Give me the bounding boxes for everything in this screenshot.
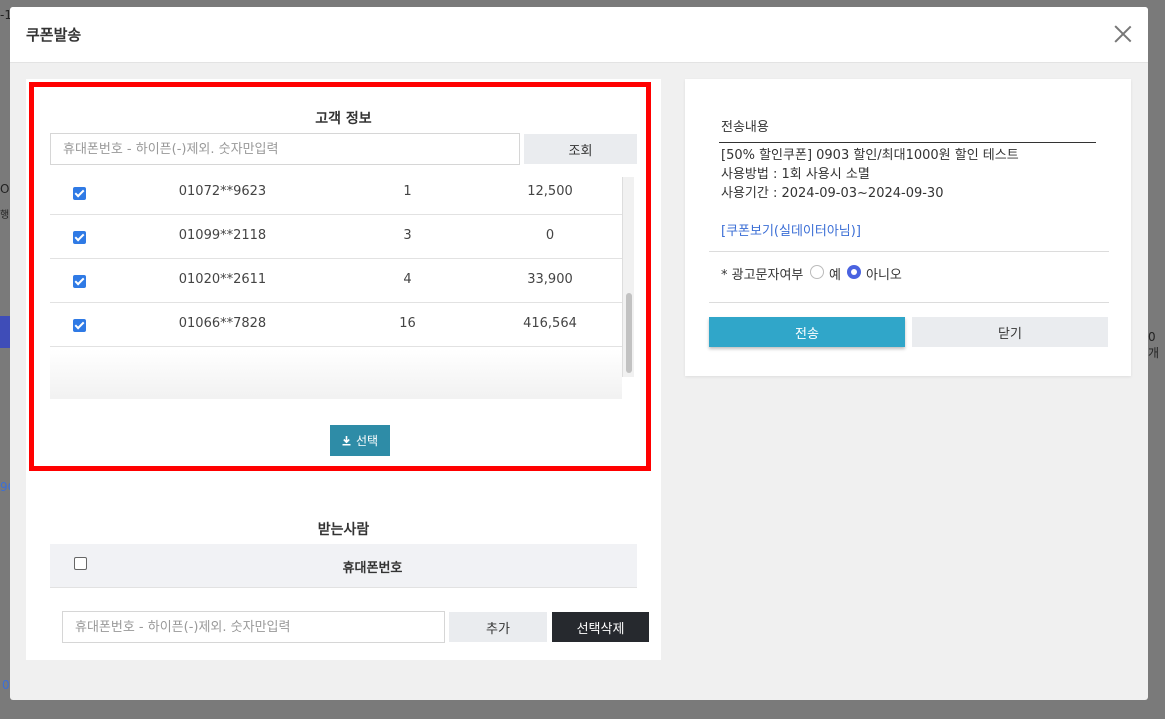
row-amount: 12,500 bbox=[527, 184, 573, 199]
coupon-view-link[interactable]: [쿠폰보기(실데이터아님)] bbox=[721, 220, 861, 239]
row-phone: 01099**2118 bbox=[178, 228, 267, 243]
table-row[interactable]: 01066**7828 16 416,564 bbox=[50, 303, 622, 347]
message-panel: 전송내용 [50% 할인쿠폰] 0903 할인/최대1000원 할인 테스트 사… bbox=[685, 79, 1131, 376]
row-count: 4 bbox=[403, 272, 412, 287]
search-button[interactable]: 조회 bbox=[524, 134, 637, 164]
divider bbox=[709, 302, 1109, 303]
recipient-phone-input[interactable] bbox=[62, 611, 445, 643]
ad-no-radio[interactable] bbox=[847, 265, 861, 279]
select-button-label: 선택 bbox=[355, 434, 379, 448]
table-row[interactable]: 01099**2118 3 0 bbox=[50, 215, 622, 259]
row-amount: 0 bbox=[545, 228, 555, 243]
bg-text: 행 bbox=[0, 210, 10, 221]
ad-label: * 광고문자여부 bbox=[721, 268, 804, 283]
table-fade bbox=[50, 349, 622, 399]
customer-info-title: 고객 정보 bbox=[315, 111, 372, 127]
ad-no-label: 아니오 bbox=[866, 268, 902, 283]
message-line-1: [50% 할인쿠폰] 0903 할인/최대1000원 할인 테스트 bbox=[721, 148, 1019, 163]
scroll-thumb[interactable] bbox=[626, 293, 632, 373]
row-checkbox[interactable] bbox=[73, 187, 86, 200]
row-amount: 33,900 bbox=[527, 272, 573, 287]
close-button[interactable]: 닫기 bbox=[912, 317, 1108, 347]
row-checkbox[interactable] bbox=[73, 319, 86, 332]
coupon-send-modal: 쿠폰발송 고객 정보 조회 01072**9623 1 12,500 01099… bbox=[10, 7, 1148, 700]
divider bbox=[709, 251, 1109, 252]
modal-header: 쿠폰발송 bbox=[10, 7, 1148, 63]
row-phone: 01072**9623 bbox=[178, 184, 267, 199]
delete-selected-button[interactable]: 선택삭제 bbox=[552, 612, 649, 642]
table-row[interactable]: 01020**2611 4 33,900 bbox=[50, 259, 622, 303]
add-button[interactable]: 추가 bbox=[449, 612, 547, 642]
bg-text: 0 bbox=[2, 678, 10, 692]
ad-yes-radio[interactable] bbox=[810, 265, 824, 279]
row-count: 3 bbox=[403, 228, 412, 243]
content-title: 전송내용 bbox=[721, 120, 769, 135]
recipients-title: 받는사람 bbox=[317, 522, 370, 538]
ad-yes-label: 예 bbox=[829, 268, 841, 283]
select-button[interactable]: 선택 bbox=[330, 425, 390, 456]
close-icon[interactable] bbox=[1112, 23, 1134, 45]
message-line-2: 사용방법 : 1회 사용시 소멸 bbox=[721, 167, 870, 182]
row-count: 16 bbox=[399, 316, 416, 331]
table-scrollbar[interactable] bbox=[622, 177, 634, 377]
row-count: 1 bbox=[403, 184, 412, 199]
header-phone: 휴대폰번호 bbox=[342, 561, 403, 576]
row-phone: 01020**2611 bbox=[178, 272, 267, 287]
row-checkbox[interactable] bbox=[73, 231, 86, 244]
row-checkbox[interactable] bbox=[73, 275, 86, 288]
customer-table: 01072**9623 1 12,500 01099**2118 3 0 010… bbox=[50, 177, 636, 377]
message-line-3: 사용기간 : 2024-09-03~2024-09-30 bbox=[721, 186, 944, 201]
row-phone: 01066**7828 bbox=[178, 316, 267, 331]
customer-phone-input[interactable] bbox=[50, 133, 520, 165]
download-icon bbox=[342, 435, 351, 445]
modal-title: 쿠폰발송 bbox=[26, 26, 82, 44]
send-button[interactable]: 전송 bbox=[709, 317, 905, 347]
bg-blue-block bbox=[0, 316, 10, 348]
recipients-table-header: 휴대폰번호 bbox=[50, 544, 637, 588]
table-row[interactable]: 01072**9623 1 12,500 bbox=[50, 177, 622, 215]
row-amount: 416,564 bbox=[523, 316, 577, 331]
bg-text: 0개 bbox=[1148, 330, 1160, 360]
left-panel: 고객 정보 조회 01072**9623 1 12,500 01099**211… bbox=[26, 79, 661, 660]
content-divider bbox=[719, 142, 1096, 143]
